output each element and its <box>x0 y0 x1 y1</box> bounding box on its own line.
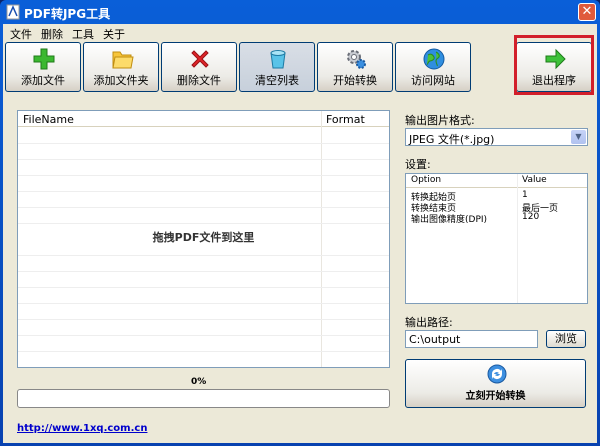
globe-icon <box>423 48 445 70</box>
format-label: 输出图片格式: <box>405 114 475 127</box>
chevron-down-icon[interactable]: ▼ <box>571 130 586 144</box>
row-line <box>18 191 389 192</box>
visit-website-label: 访问网站 <box>411 74 455 87</box>
format-select[interactable]: JPEG 文件(*.jpg) ▼ <box>405 128 588 146</box>
row-line <box>18 255 389 256</box>
settings-row[interactable]: 转换结束页 最后一页 <box>406 201 587 214</box>
setting-value[interactable]: 120 <box>522 212 539 222</box>
output-path-value: C:\output <box>409 333 461 346</box>
settings-grid[interactable]: Option Value 转换起始页 1 转换结束页 最后一页 输出图像精度(D… <box>405 173 588 304</box>
format-value: JPEG 文件(*.jpg) <box>409 133 495 146</box>
setting-option: 输出图像精度(DPI) <box>411 215 488 225</box>
add-folder-button[interactable]: 添加文件夹 <box>83 42 159 92</box>
menu-file[interactable]: 文件 <box>10 26 32 42</box>
website-link[interactable]: http://www.1xq.com.cn <box>17 423 147 434</box>
clear-list-icon <box>270 50 286 69</box>
row-line <box>18 143 389 144</box>
start-convert-button[interactable]: 开始转换 <box>317 42 393 92</box>
app-window: PDF转JPG工具 ✕ 文件 删除 工具 关于 添加文件 添加文件夹 删除文件 … <box>0 0 600 446</box>
folder-icon <box>112 51 134 69</box>
row-line <box>18 207 389 208</box>
add-icon <box>33 48 55 70</box>
row-line <box>18 335 389 336</box>
row-line <box>18 303 389 304</box>
clear-list-button[interactable]: 清空列表 <box>239 42 315 92</box>
gear-icon <box>347 50 366 69</box>
row-line <box>18 223 389 224</box>
settings-row[interactable]: 输出图像精度(DPI) 120 <box>406 212 587 225</box>
progress-bar <box>17 389 390 408</box>
row-line <box>18 159 389 160</box>
setting-value[interactable]: 1 <box>522 190 528 200</box>
output-path-field[interactable]: C:\output <box>405 330 538 348</box>
start-now-button[interactable]: 立刻开始转换 <box>405 359 586 408</box>
menu-about[interactable]: 关于 <box>103 26 125 42</box>
menu-bar: 文件 删除 工具 关于 <box>3 24 597 42</box>
progress-percent: 0% <box>191 377 207 387</box>
visit-website-button[interactable]: 访问网站 <box>395 42 471 92</box>
row-line <box>18 319 389 320</box>
add-folder-label: 添加文件夹 <box>93 74 149 87</box>
settings-header: Option Value <box>406 174 587 188</box>
add-file-label: 添加文件 <box>21 74 65 87</box>
close-button[interactable]: ✕ <box>578 3 596 21</box>
output-label: 输出路径: <box>405 316 453 329</box>
settings-label: 设置: <box>405 158 431 171</box>
exit-highlight-frame <box>514 35 594 95</box>
app-icon <box>6 4 20 20</box>
delete-file-button[interactable]: 删除文件 <box>161 42 237 92</box>
col-value: Value <box>522 175 547 185</box>
title-bar: PDF转JPG工具 ✕ <box>0 0 600 24</box>
row-line <box>18 175 389 176</box>
drop-hint: 拖拽PDF文件到这里 <box>152 231 255 244</box>
window-title: PDF转JPG工具 <box>24 7 111 21</box>
file-list[interactable]: FileName Format 拖拽PDF文件到这里 <box>17 110 390 368</box>
menu-delete[interactable]: 删除 <box>41 26 63 42</box>
row-line <box>18 287 389 288</box>
col-format[interactable]: Format <box>326 113 365 126</box>
row-line <box>18 351 389 352</box>
col-filename[interactable]: FileName <box>23 113 74 126</box>
delete-file-label: 删除文件 <box>177 74 221 87</box>
delete-icon <box>191 50 209 68</box>
client-area: 文件 删除 工具 关于 添加文件 添加文件夹 删除文件 清空列表 开始转换 访问… <box>3 24 597 443</box>
clear-list-label: 清空列表 <box>255 74 299 87</box>
start-now-label: 立刻开始转换 <box>465 391 526 402</box>
settings-row[interactable]: 转换起始页 1 <box>406 190 587 203</box>
close-icon: ✕ <box>581 4 593 19</box>
col-option: Option <box>411 175 442 185</box>
refresh-convert-icon <box>487 364 507 384</box>
file-list-header: FileName Format <box>18 111 389 127</box>
start-convert-label: 开始转换 <box>333 74 377 87</box>
add-file-button[interactable]: 添加文件 <box>5 42 81 92</box>
row-line <box>18 271 389 272</box>
menu-tools[interactable]: 工具 <box>72 26 94 42</box>
browse-button[interactable]: 浏览 <box>546 330 586 348</box>
